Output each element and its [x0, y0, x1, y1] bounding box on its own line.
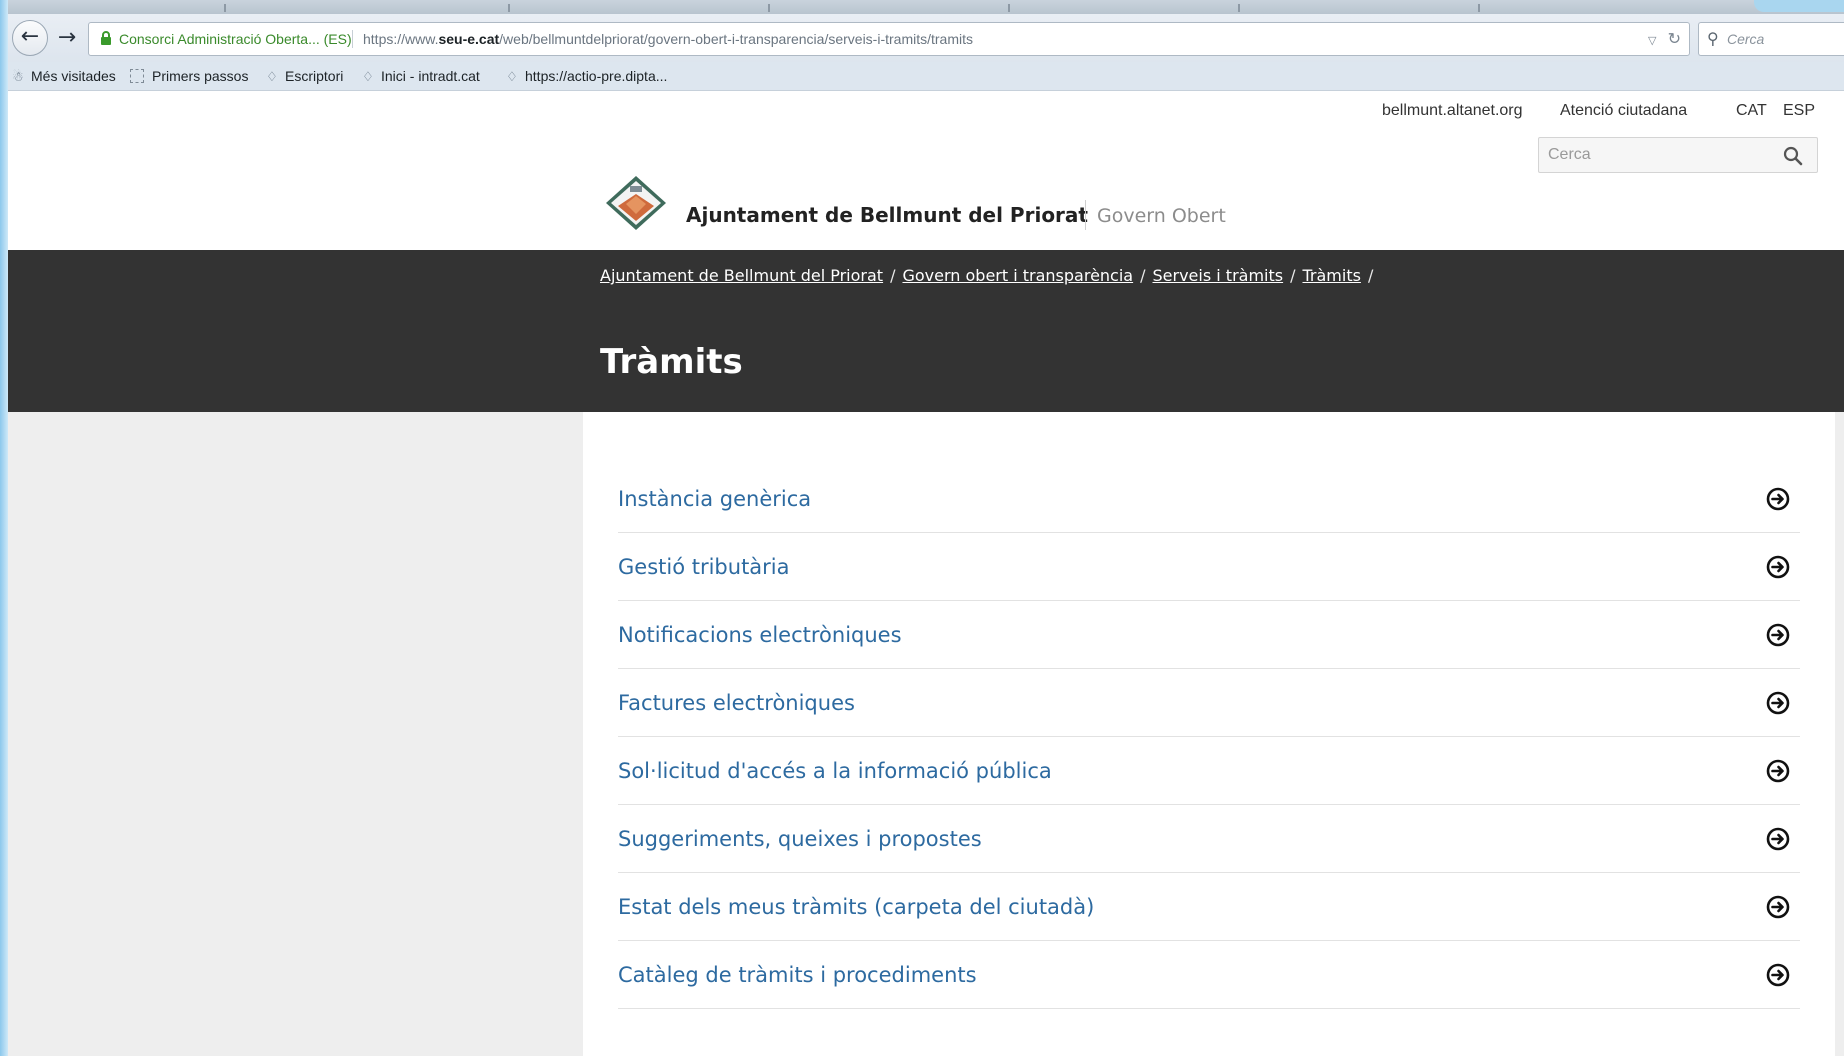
breadcrumb-link[interactable]: Govern obert i transparència	[902, 266, 1133, 285]
tab-strip	[8, 0, 1844, 14]
list-item[interactable]: Notificacions electròniques	[618, 601, 1800, 669]
procedure-link[interactable]: Sol·licitud d'accés a la informació públ…	[618, 737, 1052, 805]
circle-arrow-right-icon[interactable]	[1766, 623, 1790, 647]
circle-arrow-right-icon[interactable]	[1766, 555, 1790, 579]
circle-arrow-right-icon[interactable]	[1766, 759, 1790, 783]
breadcrumb-separator: /	[1290, 266, 1296, 285]
bookmark-label: Primers passos	[152, 68, 249, 84]
site-subtitle[interactable]: Govern Obert	[1097, 205, 1226, 227]
bookmark-item[interactable]: ♢ Inici - intradt.cat	[360, 62, 480, 91]
breadcrumb: Ajuntament de Bellmunt del Priorat / Gover…	[600, 266, 1380, 285]
list-item[interactable]: Suggeriments, queixes i propostes	[618, 805, 1800, 873]
breadcrumb-link[interactable]: Ajuntament de Bellmunt del Priorat	[600, 266, 883, 285]
breadcrumb-separator: /	[1140, 266, 1146, 285]
url-text[interactable]: https://www.seu-e.cat/web/bellmuntdelpri…	[363, 23, 973, 55]
new-tab-button[interactable]	[1754, 0, 1844, 12]
app-icon: ♢	[506, 69, 518, 84]
breadcrumb-link[interactable]: Tràmits	[1302, 266, 1360, 285]
page-icon	[130, 69, 144, 83]
procedure-link[interactable]: Gestió tributària	[618, 533, 790, 601]
bookmarks-toolbar: ☃ Més visitades Primers passos ♢ Escriptor…	[8, 62, 1844, 91]
header-link-altanet[interactable]: bellmunt.altanet.org	[1382, 102, 1523, 120]
list-item[interactable]: Factures electròniques	[618, 669, 1800, 737]
sidebar-panel	[8, 412, 583, 1056]
bookmark-label: https://actio-pre.dipta...	[525, 68, 668, 84]
list-item[interactable]: Estat dels meus tràmits (carpeta del ciu…	[618, 873, 1800, 941]
bookmark-folder-icon: ☃	[12, 69, 24, 84]
circle-arrow-right-icon[interactable]	[1766, 963, 1790, 987]
site-identity[interactable]: Consorci Administració Oberta... (ES)	[119, 23, 352, 55]
procedure-link[interactable]: Suggeriments, queixes i propostes	[618, 805, 982, 873]
bookmark-item[interactable]: ♢ Escriptori	[264, 62, 343, 91]
municipal-shield-logo[interactable]	[604, 174, 668, 232]
window-edge	[0, 0, 8, 1056]
site-search-placeholder: Cerca	[1548, 146, 1591, 163]
list-item[interactable]: Sol·licitud d'accés a la informació públ…	[618, 737, 1800, 805]
forward-button[interactable]: →	[52, 24, 82, 52]
tab-divider	[768, 4, 770, 12]
browser-search-placeholder: Cerca	[1727, 31, 1765, 47]
bookmark-item[interactable]: Primers passos	[130, 62, 248, 90]
procedure-list: Instància genèrica Gestió tributària Not…	[618, 465, 1800, 1009]
tab-divider	[508, 4, 510, 12]
circle-arrow-right-icon[interactable]	[1766, 827, 1790, 851]
procedure-link[interactable]: Catàleg de tràmits i procediments	[618, 941, 977, 1009]
url-divider	[352, 30, 353, 48]
arrow-left-icon: ←	[20, 24, 40, 49]
right-gutter	[1835, 412, 1844, 1056]
url-domain: seu-e.cat	[438, 31, 500, 47]
title-divider	[1085, 200, 1086, 230]
bookmark-label: Escriptori	[285, 68, 344, 84]
procedure-link[interactable]: Factures electròniques	[618, 669, 855, 737]
circle-arrow-right-icon[interactable]	[1766, 691, 1790, 715]
tab-divider	[224, 4, 226, 12]
site-search-input[interactable]: Cerca	[1538, 137, 1818, 173]
lock-icon	[101, 31, 111, 45]
search-icon: ⚲	[1707, 29, 1719, 48]
bookmark-item[interactable]: ♢ https://actio-pre.dipta...	[504, 62, 667, 91]
page-title: Tràmits	[600, 342, 743, 382]
back-button[interactable]: ←	[12, 20, 48, 56]
circle-arrow-right-icon[interactable]	[1766, 487, 1790, 511]
site-name[interactable]: Ajuntament de Bellmunt del Priorat	[686, 203, 1088, 227]
search-icon[interactable]	[1783, 146, 1803, 166]
tab-divider	[1478, 4, 1480, 12]
url-prefix: https://www.	[363, 31, 439, 47]
tab-divider	[1008, 4, 1010, 12]
circle-arrow-right-icon[interactable]	[1766, 895, 1790, 919]
browser-navigation-bar: ← → Consorci Administració Oberta... (ES…	[8, 14, 1844, 63]
bookmark-label: Inici - intradt.cat	[381, 68, 480, 84]
procedure-link[interactable]: Instància genèrica	[618, 465, 811, 533]
bookmark-item[interactable]: ☃ Més visitades	[10, 62, 116, 91]
language-cat[interactable]: CAT	[1736, 102, 1767, 120]
reload-icon[interactable]: ↻	[1668, 29, 1681, 48]
breadcrumb-separator: /	[1367, 266, 1374, 285]
app-icon: ♢	[362, 69, 374, 84]
procedure-link[interactable]: Estat dels meus tràmits (carpeta del ciu…	[618, 873, 1094, 941]
address-bar[interactable]: Consorci Administració Oberta... (ES) ht…	[88, 22, 1690, 56]
list-item[interactable]: Instància genèrica	[618, 465, 1800, 533]
url-actions: ▽ ↻	[1648, 23, 1681, 57]
list-item[interactable]: Catàleg de tràmits i procediments	[618, 941, 1800, 1009]
url-path: /web/bellmuntdelpriorat/govern-obert-i-t…	[499, 31, 974, 47]
bookmark-label: Més visitades	[31, 68, 116, 84]
header-link-atencio[interactable]: Atenció ciutadana	[1560, 102, 1687, 120]
language-esp[interactable]: ESP	[1783, 102, 1815, 120]
breadcrumb-separator: /	[890, 266, 896, 285]
tab-divider	[1238, 4, 1240, 12]
browser-search-field[interactable]: ⚲ Cerca	[1698, 22, 1844, 56]
dropdown-triangle-icon[interactable]: ▽	[1648, 34, 1656, 47]
list-item[interactable]: Gestió tributària	[618, 533, 1800, 601]
arrow-right-icon: →	[57, 25, 77, 50]
app-icon: ♢	[266, 69, 278, 84]
breadcrumb-link[interactable]: Serveis i tràmits	[1153, 266, 1284, 285]
procedure-link[interactable]: Notificacions electròniques	[618, 601, 902, 669]
